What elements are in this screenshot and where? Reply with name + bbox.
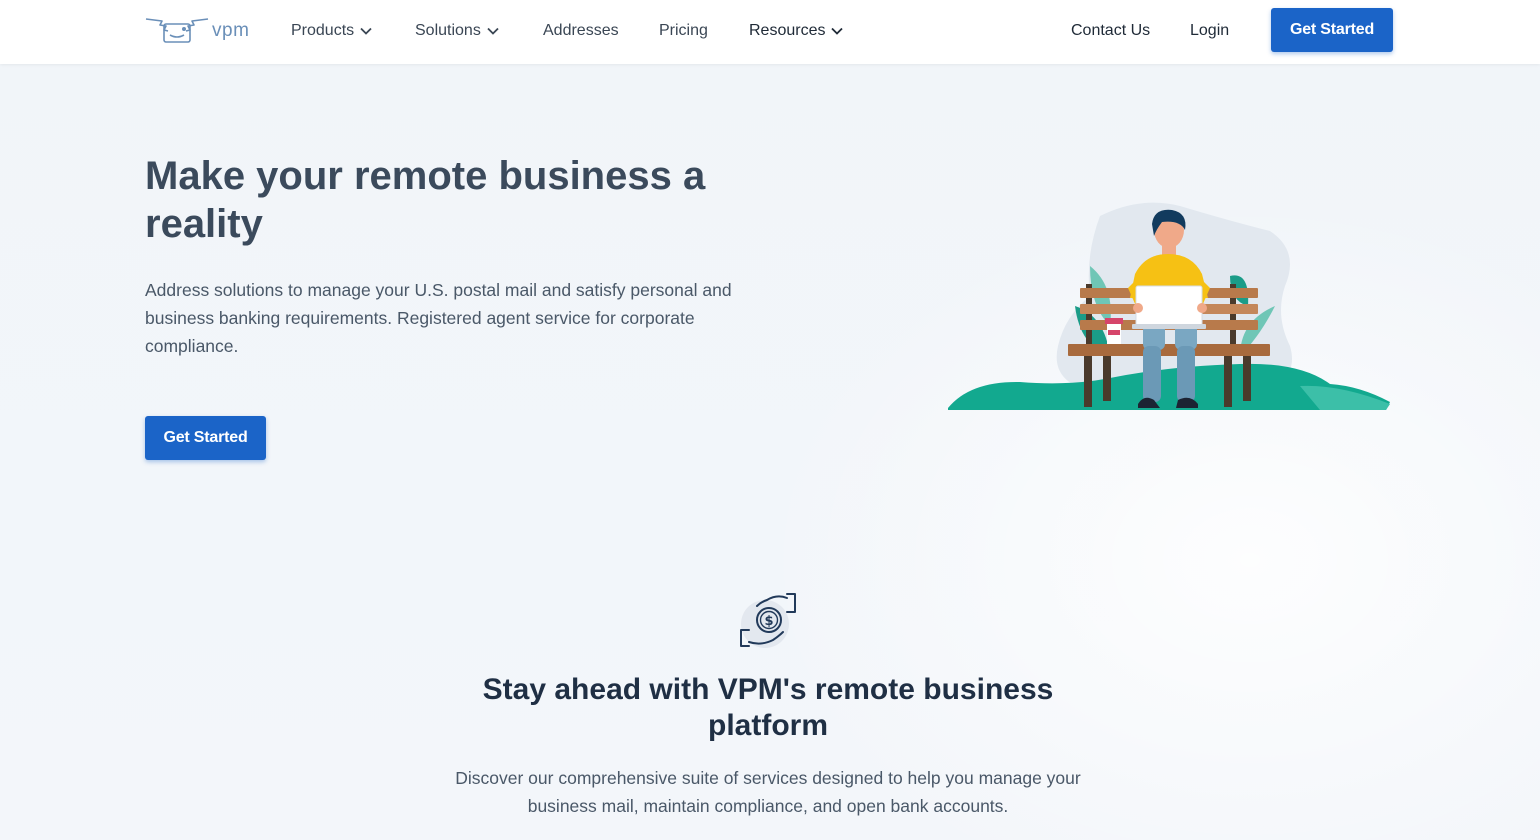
nav-resources-label: Resources <box>749 22 826 39</box>
login-label: Login <box>1190 22 1230 39</box>
section-subtitle: Discover our comprehensive suite of serv… <box>455 768 1081 816</box>
nav-products-label: Products <box>291 22 355 39</box>
site-header: vpm Products Solutions Addresses Pricing… <box>0 0 1540 64</box>
person-on-bench-illustration <box>948 202 1390 410</box>
header-get-started-label: Get Started <box>1289 21 1375 38</box>
login-link[interactable]: Login <box>1190 20 1229 42</box>
hero-get-started-label: Get Started <box>163 429 248 446</box>
svg-text:$: $ <box>764 614 773 629</box>
logo-text: vpm <box>212 20 250 41</box>
chevron-down-icon <box>360 27 372 35</box>
contact-us-link[interactable]: Contact Us <box>1071 20 1150 42</box>
hero-get-started-button[interactable]: Get Started <box>145 416 266 460</box>
contact-us-label: Contact Us <box>1071 22 1151 39</box>
nav-solutions-label: Solutions <box>415 22 481 39</box>
hero-title: Make your remote business a reality <box>145 154 706 246</box>
chevron-down-icon <box>487 27 499 35</box>
header-get-started-button[interactable]: Get Started <box>1271 8 1393 52</box>
logo[interactable]: vpm <box>144 14 254 48</box>
money-exchange-hands-icon: $ <box>740 593 796 648</box>
nav-resources[interactable]: Resources <box>749 20 844 42</box>
nav-products[interactable]: Products <box>291 20 372 42</box>
nav-solutions[interactable]: Solutions <box>415 20 499 42</box>
hero-subtitle: Address solutions to manage your U.S. po… <box>145 280 732 356</box>
chevron-down-icon <box>831 27 844 35</box>
nav-addresses[interactable]: Addresses <box>543 20 619 42</box>
section-title: Stay ahead with VPM's remote business pl… <box>482 673 1054 742</box>
winged-envelope-logo-icon <box>145 18 209 43</box>
nav-addresses-label: Addresses <box>543 22 619 39</box>
nav-pricing[interactable]: Pricing <box>659 20 708 42</box>
nav-pricing-label: Pricing <box>659 22 708 39</box>
